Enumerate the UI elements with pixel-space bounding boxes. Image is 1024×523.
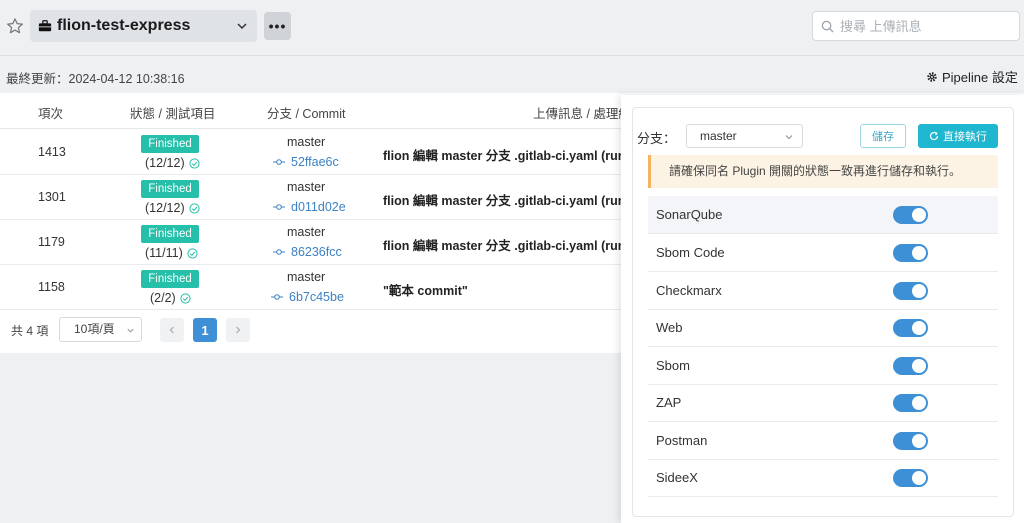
branch-name: master bbox=[287, 270, 326, 284]
branch-name: master bbox=[287, 180, 326, 194]
plugin-row-sonarqube: SonarQube bbox=[648, 196, 998, 234]
plugin-row-sideex: SideeX bbox=[648, 459, 998, 497]
plugin-row-checkmarx: Checkmarx bbox=[648, 272, 998, 310]
plugin-row-sbom-code: Sbom Code bbox=[648, 234, 998, 272]
plugin-row-postman: Postman bbox=[648, 422, 998, 460]
plugin-row-zap: ZAP bbox=[648, 384, 998, 422]
plugin-toggle[interactable] bbox=[893, 206, 928, 224]
search-input[interactable] bbox=[840, 18, 1010, 34]
commit-message: "範本 commit" bbox=[383, 284, 468, 298]
test-count: (2/2) bbox=[150, 291, 191, 305]
commit-icon bbox=[273, 204, 285, 210]
commit-icon bbox=[273, 159, 285, 165]
check-circle-icon bbox=[187, 247, 198, 259]
status-badge: Finished bbox=[141, 225, 199, 243]
search-box[interactable] bbox=[812, 11, 1020, 41]
pipeline-setting-button[interactable]: Pipeline 設定 bbox=[926, 67, 1018, 86]
top-bar: flion-test-express ••• bbox=[0, 0, 1024, 56]
row-id: 1179 bbox=[38, 235, 65, 249]
commit-link[interactable]: 86236fcc bbox=[273, 245, 342, 259]
total-count: 共 4 項 bbox=[11, 324, 49, 338]
project-name: flion-test-express bbox=[57, 17, 191, 34]
plugin-name: Sbom bbox=[656, 358, 690, 373]
plugin-toggle[interactable] bbox=[893, 282, 928, 300]
branch-label: 分支： bbox=[637, 131, 677, 146]
chevron-down-icon bbox=[127, 328, 134, 333]
commit-icon bbox=[273, 249, 285, 255]
star-icon[interactable] bbox=[6, 17, 24, 35]
plugin-toggle[interactable] bbox=[893, 244, 928, 262]
plugin-toggle[interactable] bbox=[893, 432, 928, 450]
search-icon bbox=[821, 20, 834, 33]
header-message: 上傳訊息 / 處理結 bbox=[533, 107, 631, 121]
briefcase-icon bbox=[38, 20, 52, 32]
plugin-name: Web bbox=[656, 320, 683, 335]
chevron-right-icon bbox=[236, 326, 241, 334]
commit-message: flion 編輯 master 分支 .gitlab-ci.yaml (run bbox=[383, 149, 623, 163]
row-id: 1301 bbox=[38, 190, 66, 204]
refresh-icon bbox=[929, 131, 939, 141]
branch-name: master bbox=[287, 135, 326, 149]
commit-link[interactable]: d011d02e bbox=[273, 200, 346, 214]
more-button[interactable]: ••• bbox=[264, 12, 291, 40]
plugin-name: ZAP bbox=[656, 395, 682, 410]
check-circle-icon bbox=[180, 292, 191, 304]
plugin-toggle[interactable] bbox=[893, 469, 928, 487]
commit-icon bbox=[271, 294, 283, 300]
gear-icon bbox=[927, 71, 937, 82]
plugin-row-sbom: Sbom bbox=[648, 347, 998, 385]
plugin-name: SideeX bbox=[656, 470, 698, 485]
header-branch: 分支 / Commit bbox=[267, 107, 346, 121]
plugin-toggle[interactable] bbox=[893, 357, 928, 375]
branch-select[interactable]: master bbox=[686, 124, 803, 148]
status-badge: Finished bbox=[141, 135, 199, 153]
project-select[interactable]: flion-test-express bbox=[30, 10, 257, 42]
pipeline-settings-panel: 分支： master 儲存 直接執行 請確保同名 Plugin 開關的狀態一致再… bbox=[621, 95, 1024, 523]
commit-message: flion 編輯 master 分支 .gitlab-ci.yaml (run bbox=[383, 194, 623, 208]
plugin-name: Postman bbox=[656, 433, 708, 448]
chevron-down-icon bbox=[785, 135, 793, 140]
header-status: 狀態 / 測試項目 bbox=[130, 107, 216, 121]
plugin-name: Sbom Code bbox=[656, 245, 725, 260]
commit-link[interactable]: 6b7c45be bbox=[271, 290, 344, 304]
last-update-text: 最終更新：2024-04-12 10:38:16 bbox=[6, 72, 185, 86]
pipeline-setting-label: Pipeline 設定 bbox=[942, 70, 1018, 85]
plugin-name: SonarQube bbox=[656, 207, 723, 222]
branch-name: master bbox=[287, 225, 326, 239]
page-button-current[interactable]: 1 bbox=[193, 318, 217, 342]
status-badge: Finished bbox=[141, 270, 199, 288]
warning-alert: 請確保同名 Plugin 開關的狀態一致再進行儲存和執行。 bbox=[648, 155, 998, 188]
row-id: 1413 bbox=[38, 145, 66, 159]
test-count: (12/12) bbox=[145, 201, 200, 215]
test-count: (12/12) bbox=[145, 156, 200, 170]
status-badge: Finished bbox=[141, 180, 199, 198]
page-size-select[interactable]: 10項/頁 bbox=[59, 317, 142, 342]
check-circle-icon bbox=[189, 202, 200, 214]
pagination: 共 4 項 10項/頁 1 bbox=[0, 308, 620, 352]
check-circle-icon bbox=[189, 157, 200, 169]
run-now-button[interactable]: 直接執行 bbox=[918, 124, 998, 148]
plugin-row-web: Web bbox=[648, 309, 998, 347]
plugin-toggle[interactable] bbox=[893, 394, 928, 412]
chevron-down-icon bbox=[237, 23, 247, 30]
commit-message: flion 編輯 master 分支 .gitlab-ci.yaml (run bbox=[383, 239, 623, 253]
prev-page-button[interactable] bbox=[160, 318, 184, 342]
chevron-left-icon bbox=[169, 326, 174, 334]
commit-link[interactable]: 52ffae6c bbox=[273, 155, 339, 169]
test-count: (11/11) bbox=[145, 246, 198, 260]
save-button[interactable]: 儲存 bbox=[860, 124, 906, 148]
plugin-toggle[interactable] bbox=[893, 319, 928, 337]
header-index: 項次 bbox=[38, 107, 64, 121]
next-page-button[interactable] bbox=[226, 318, 250, 342]
row-id: 1158 bbox=[38, 280, 65, 294]
plugin-name: Checkmarx bbox=[656, 283, 722, 298]
